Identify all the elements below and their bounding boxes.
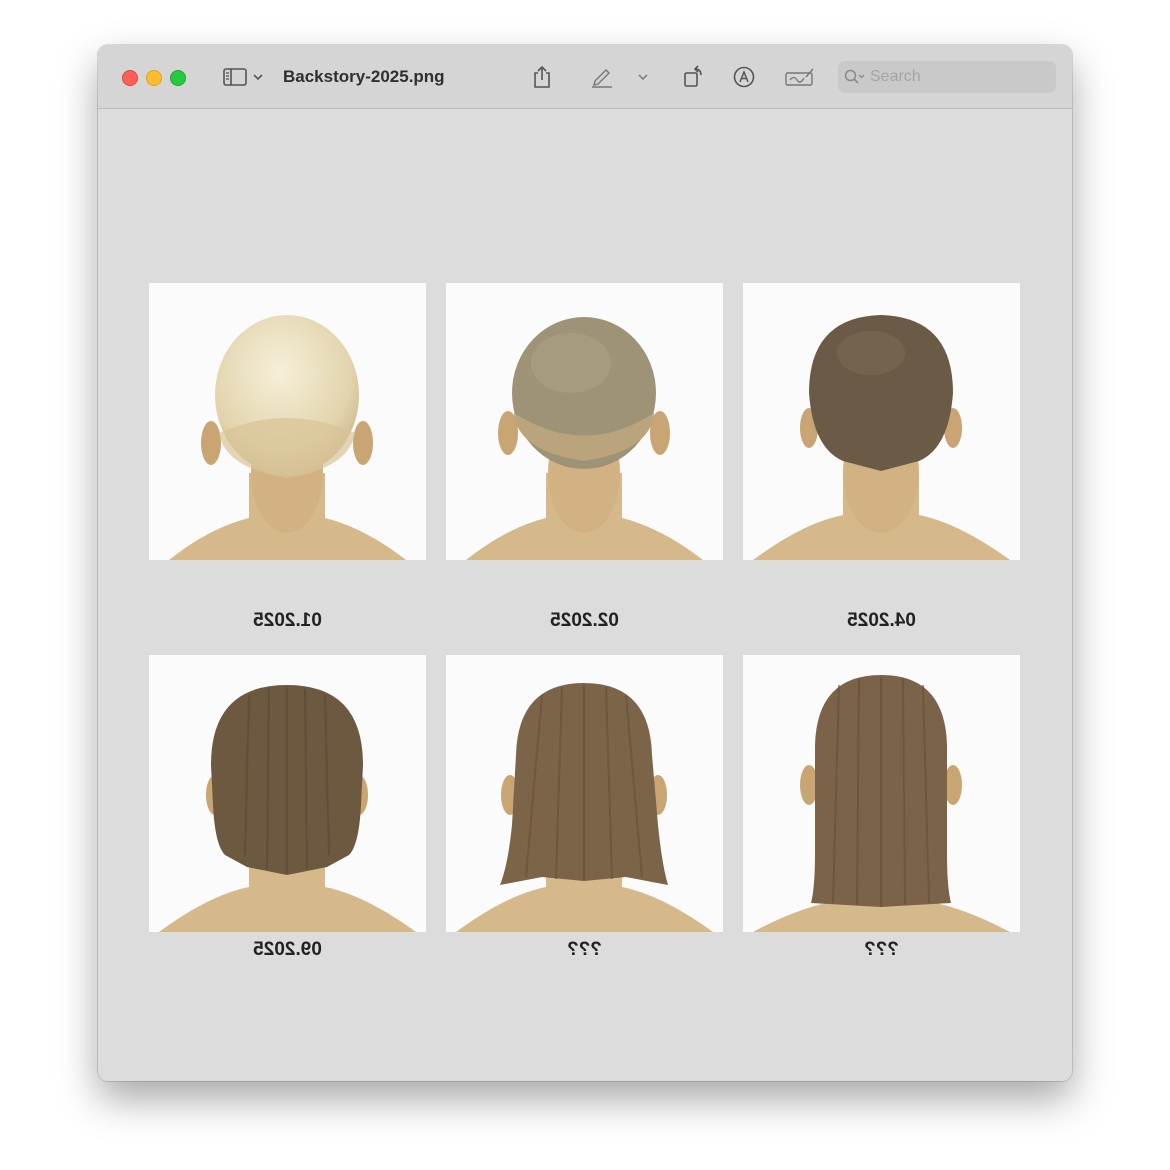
photo-5 [446, 655, 723, 932]
share-button[interactable] [528, 63, 556, 91]
close-window-button[interactable] [122, 70, 138, 86]
chevron-down-icon [253, 73, 263, 81]
share-icon [532, 65, 552, 89]
photo-caption: 09.2025 [253, 939, 322, 960]
document-title: Backstory-2025.png [283, 67, 445, 86]
search-field[interactable] [838, 61, 1056, 93]
photo-2 [446, 283, 723, 560]
title-bar: Backstory-2025.png [98, 45, 1072, 109]
photo-3 [743, 283, 1020, 560]
minimize-window-button[interactable] [146, 70, 162, 86]
markup-button[interactable] [590, 63, 660, 91]
image-canvas: 01.2025 02.2025 04.2025 09.2025 ??? ??? [98, 109, 1072, 1081]
photo-caption: 02.2025 [550, 610, 619, 631]
photo-4 [149, 655, 426, 932]
search-icon [844, 67, 868, 87]
photo-caption: 04.2025 [847, 610, 916, 631]
rotate-icon [682, 65, 706, 89]
photo-caption: ??? [567, 939, 602, 960]
search-input[interactable] [868, 67, 1042, 87]
sidebar-icon [223, 68, 247, 86]
photo-6 [743, 655, 1020, 932]
sidebar-toggle-button[interactable] [218, 63, 268, 91]
preview-window: Backstory-2025.png Search 01.2025 02.202… [98, 45, 1072, 1081]
photo-caption: ??? [864, 939, 899, 960]
rotate-button[interactable] [680, 63, 708, 91]
signature-icon [785, 67, 815, 87]
annotate-icon [733, 66, 755, 88]
photo-1 [149, 283, 426, 560]
photo-caption: 01.2025 [253, 610, 322, 631]
annotate-button[interactable] [730, 63, 758, 91]
maximize-window-button[interactable] [170, 70, 186, 86]
signature-button[interactable] [784, 63, 816, 91]
chevron-down-icon [638, 73, 648, 81]
pencil-icon [590, 66, 614, 88]
